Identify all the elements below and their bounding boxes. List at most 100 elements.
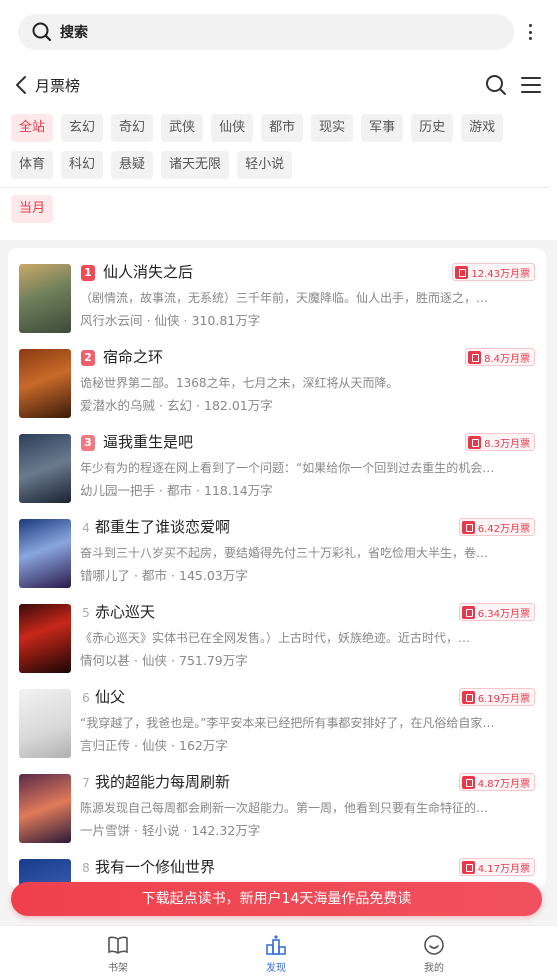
book-genre: 都市 xyxy=(142,568,168,583)
tab-bookshelf[interactable]: 书架 xyxy=(88,934,148,974)
book-author: 错哪儿了 xyxy=(80,568,131,583)
meta-separator: · xyxy=(134,738,138,753)
meta-separator: · xyxy=(183,823,188,838)
book-word-count: 162万字 xyxy=(179,738,228,753)
book-genre: 仙侠 xyxy=(154,313,180,328)
tab-discover[interactable]: 发现 xyxy=(246,934,306,974)
tab-me[interactable]: 我的 xyxy=(404,934,464,974)
rank-badge: 4 xyxy=(82,521,90,535)
book-list-item[interactable]: 6 仙父 6.19万月票 “我穿越了，我爸也是。”李平安本来已经把所有事都安排好了，在… xyxy=(8,673,546,758)
category-tag[interactable]: 现实 xyxy=(311,114,354,142)
ticket-count: 6.19万月票 xyxy=(477,693,530,705)
meta-separator: · xyxy=(171,738,175,753)
monthly-ticket-badge: 4.17万月票 xyxy=(458,858,535,876)
category-tag[interactable]: 悬疑 xyxy=(111,151,154,179)
book-title[interactable]: 都重生了谁谈恋爱啊 xyxy=(95,516,230,537)
book-meta: 风行水云间 · 仙侠 · 310.81万字 xyxy=(80,310,260,329)
ticket-count: 4.17万月票 xyxy=(477,863,530,875)
search-bar[interactable]: 搜索 xyxy=(18,14,514,50)
ticket-icon xyxy=(468,350,482,364)
category-tag[interactable]: 军事 xyxy=(361,114,404,142)
book-description: 诡秘世界第二部。1368之年，七月之末，深红将从天而降。 xyxy=(80,376,399,390)
rank-badge: 8 xyxy=(82,861,90,875)
page-title: 月票榜 xyxy=(35,77,81,95)
ticket-count: 6.34万月票 xyxy=(477,608,530,620)
book-title[interactable]: 我有一个修仙世界 xyxy=(95,856,215,877)
book-title[interactable]: 赤心巡天 xyxy=(95,601,155,622)
category-tag[interactable]: 轻小说 xyxy=(237,151,293,179)
book-list-item[interactable]: 5 赤心巡天 6.34万月票 《赤心巡天》实体书已在全网发售。）上古时代，妖族绝迹。近… xyxy=(8,588,546,673)
category-tags: 全站 玄幻 奇幻 武侠 仙侠 都市 现实 军事 历史 游戏 体育 科幻 悬疑 诸天无限 轻小说 xyxy=(11,114,551,188)
header-area: 搜索 月票榜 全站 玄幻 奇幻 武侠 仙侠 都市 现实 军事 历史 游戏 体育 科幻 悬疑 诸天无限 轻小说… xyxy=(0,0,557,240)
book-word-count: 310.81万字 xyxy=(191,313,261,328)
ranking-list: 1 仙人消失之后 12.43万月票 （剧情流，故事流，无系统）三千年前，天魔降临。仙人… xyxy=(8,248,546,888)
category-tag[interactable]: 历史 xyxy=(411,114,454,142)
book-title[interactable]: 仙人消失之后 xyxy=(103,261,193,282)
ticket-icon xyxy=(461,690,475,704)
book-description: “我穿越了，我爸也是。”李平安本来已经把所有事都安排好了，在凡俗给自家… xyxy=(80,716,495,730)
monthly-ticket-badge: 6.19万月票 xyxy=(458,688,535,706)
category-tag[interactable]: 仙侠 xyxy=(211,114,254,142)
book-title[interactable]: 仙父 xyxy=(95,686,125,707)
ticket-icon xyxy=(461,860,475,874)
book-author: 言归正传 xyxy=(80,738,131,753)
book-description: 《赤心巡天》实体书已在全网发售。）上古时代，妖族绝迹。近古时代，… xyxy=(80,631,471,645)
category-tag[interactable]: 科幻 xyxy=(61,151,104,179)
category-tag[interactable]: 玄幻 xyxy=(61,114,104,142)
book-cover-image xyxy=(19,519,71,588)
more-options-icon[interactable] xyxy=(524,20,536,44)
category-tag[interactable]: 奇幻 xyxy=(111,114,154,142)
book-cover-image xyxy=(19,434,71,503)
category-tag[interactable]: 游戏 xyxy=(461,114,504,142)
meta-separator: · xyxy=(196,483,200,498)
nav-bar: 月票榜 xyxy=(0,64,557,106)
tag-row: 全站 玄幻 奇幻 武侠 仙侠 都市 现实 军事 历史 游戏 xyxy=(11,114,551,142)
book-genre: 仙侠 xyxy=(142,738,168,753)
book-list-item[interactable]: 2 宿命之环 8.4万月票 诡秘世界第二部。1368之年，七月之末，深红将从天而降。爱… xyxy=(8,333,546,418)
book-cover-image xyxy=(19,689,71,758)
meta-separator: · xyxy=(159,483,163,498)
book-author: 幼儿园一把手 xyxy=(80,483,156,498)
book-list-item[interactable]: 7 我的超能力每周刷新 4.87万月票 陈源发现自己每周都会刷新一次超能力。第一周，他… xyxy=(8,758,546,843)
ticket-count: 8.3万月票 xyxy=(484,438,530,450)
category-tag[interactable]: 全站 xyxy=(11,114,54,142)
book-description: 奋斗到三十八岁买不起房，要结婚得先付三十万彩礼，省吃俭用大半生，卷… xyxy=(80,546,489,560)
rank-badge: 2 xyxy=(81,350,95,366)
category-tag[interactable]: 武侠 xyxy=(161,114,204,142)
menu-icon[interactable] xyxy=(520,75,542,95)
book-genre: 玄幻 xyxy=(167,398,193,413)
monthly-ticket-badge: 6.42万月票 xyxy=(458,518,535,536)
book-word-count: 118.14万字 xyxy=(204,483,273,498)
book-list-item[interactable]: 3 逼我重生是吧 8.3万月票 年少有为的程逐在网上看到了一个问题：“如果给你一个回到… xyxy=(8,418,546,503)
monthly-ticket-badge: 8.3万月票 xyxy=(465,433,535,451)
ticket-count: 6.42万月票 xyxy=(477,523,530,535)
book-word-count: 182.01万字 xyxy=(204,398,273,413)
monthly-ticket-badge: 8.4万月票 xyxy=(465,348,535,366)
period-tag-current-month[interactable]: 当月 xyxy=(11,195,54,223)
rank-badge: 7 xyxy=(82,776,90,790)
ticket-icon xyxy=(461,775,475,789)
tag-row: 体育 科幻 悬疑 诸天无限 轻小说 xyxy=(11,151,551,179)
back-arrow-icon[interactable] xyxy=(12,74,32,96)
book-meta: 言归正传 · 仙侠 · 162万字 xyxy=(80,735,228,754)
book-title[interactable]: 宿命之环 xyxy=(103,346,163,367)
search-icon[interactable] xyxy=(485,74,507,96)
book-meta: 一片雪饼 · 轻小说 · 142.32万字 xyxy=(80,820,260,839)
meta-separator: · xyxy=(183,313,188,328)
book-title[interactable]: 逼我重生是吧 xyxy=(103,431,193,452)
book-cover-image xyxy=(19,264,71,333)
meta-separator: · xyxy=(171,653,175,668)
category-tag[interactable]: 体育 xyxy=(11,151,54,179)
rank-badge: 6 xyxy=(82,691,90,705)
ticket-icon xyxy=(455,265,469,279)
smile-face-icon xyxy=(424,935,444,955)
category-tag[interactable]: 都市 xyxy=(261,114,304,142)
monthly-ticket-badge: 4.87万月票 xyxy=(458,773,535,791)
category-tag[interactable]: 诸天无限 xyxy=(161,151,230,179)
download-app-banner[interactable]: 下载起点读书，新用户14天海量作品免费读 xyxy=(11,882,542,916)
book-title[interactable]: 我的超能力每周刷新 xyxy=(95,771,230,792)
book-list-item[interactable]: 4 都重生了谁谈恋爱啊 6.42万月票奋斗到三十八岁买不起房，要结婚得先付三十万彩礼… xyxy=(8,503,546,588)
monthly-ticket-badge: 12.43万月票 xyxy=(452,263,535,281)
divider xyxy=(0,187,549,188)
book-list-item[interactable]: 1 仙人消失之后 12.43万月票 （剧情流，故事流，无系统）三千年前，天魔降临。仙人… xyxy=(8,248,546,333)
